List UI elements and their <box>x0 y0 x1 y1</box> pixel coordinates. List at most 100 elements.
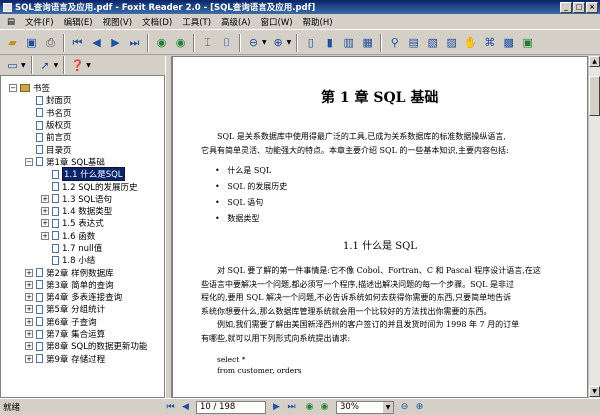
bookmark-chapter[interactable]: + 第5章 分组统计 <box>1 303 164 315</box>
facing-icon[interactable]: ▥ <box>340 34 357 52</box>
bookmark-item[interactable]: +1.4 数据类型 <box>1 205 164 217</box>
close-button[interactable]: × <box>586 1 598 13</box>
expand-icon[interactable]: + <box>41 207 49 216</box>
forward-icon[interactable]: ◉ <box>172 34 189 52</box>
scroll-down-icon[interactable]: ▼ <box>589 386 600 397</box>
options-icon[interactable]: ▭ <box>4 56 21 74</box>
fit-page-icon[interactable]: ▧ <box>424 34 441 52</box>
bookmark-item[interactable]: 1.2 SQL的发展历史 <box>1 180 164 193</box>
scroll-thumb[interactable] <box>589 76 600 116</box>
open-icon[interactable]: ▰ <box>4 34 21 52</box>
expand-icon[interactable]: + <box>25 330 33 339</box>
single-page-icon[interactable]: ▯ <box>302 34 319 52</box>
menu-document[interactable]: 文档(D) <box>137 16 177 28</box>
hand-tool-icon[interactable]: ⌶ <box>199 34 216 52</box>
scroll-up-icon[interactable]: ▲ <box>589 56 600 67</box>
document-view[interactable]: 第 1 章 SQL 基础 SQL 是关系数据库中使用得最广泛的工具,已成为关系数… <box>172 56 588 398</box>
page-icon <box>36 268 43 278</box>
bookmark-chapter[interactable]: + 第3章 简单的查询 <box>1 279 164 291</box>
bookmark-item[interactable]: +1.5 表达式 <box>1 217 164 229</box>
expand-icon[interactable]: + <box>25 342 33 351</box>
last-page-icon[interactable]: ⏭ <box>126 34 143 52</box>
page-number-field[interactable]: 10 / 198 <box>196 400 266 414</box>
expand-icon[interactable]: + <box>25 354 33 363</box>
menu-help[interactable]: 帮助(H) <box>298 16 338 28</box>
bookmark-item[interactable]: 封面页 <box>1 94 164 106</box>
panel-icon[interactable]: ▤ <box>405 34 422 52</box>
bookmark-chapter[interactable]: + 第2章 样例数据库 <box>1 266 164 279</box>
expand-icon[interactable]: + <box>25 317 33 326</box>
expand-icon[interactable]: + <box>41 219 49 228</box>
zoom-dropdown-icon[interactable]: ▼ <box>383 401 393 413</box>
menu-view[interactable]: 视图(V) <box>98 16 137 28</box>
fit-width-icon[interactable]: ▨ <box>443 34 460 52</box>
first-page-icon[interactable]: ⏮ <box>164 401 177 414</box>
bookmark-chapter[interactable]: + 第7章 集合运算 <box>1 328 164 340</box>
hand-icon[interactable]: ✋ <box>462 34 479 52</box>
bookmark-item[interactable]: 前言页 <box>1 131 164 143</box>
zoom-in-icon[interactable]: ⊕ <box>413 401 426 414</box>
expand-icon[interactable]: + <box>25 305 33 314</box>
previous-page-icon[interactable]: ◀ <box>179 401 192 414</box>
expand-icon[interactable]: + <box>25 293 33 302</box>
continuous-facing-icon[interactable]: ▦ <box>359 34 376 52</box>
zoom-in-icon[interactable]: ⊕ <box>270 34 287 52</box>
vertical-scrollbar[interactable]: ▲ ▼ <box>588 56 600 398</box>
bookmark-item[interactable]: 版权页 <box>1 119 164 131</box>
zoom-in-dropdown-icon[interactable]: ▼ <box>287 39 292 46</box>
find-icon[interactable]: ⚲ <box>386 34 403 52</box>
bookmark-item[interactable]: +1.6 函数 <box>1 230 164 242</box>
maximize-button[interactable]: □ <box>573 1 585 13</box>
collapse-icon[interactable]: − <box>9 84 17 93</box>
back-icon[interactable]: ◉ <box>303 401 316 414</box>
doc-icon[interactable]: ▤ <box>2 17 20 27</box>
menu-tools[interactable]: 工具(T) <box>177 16 216 28</box>
menu-edit[interactable]: 编辑(E) <box>59 16 98 28</box>
help-dropdown-icon[interactable]: ▼ <box>86 62 91 69</box>
bookmark-chapter[interactable]: + 第9章 存储过程 <box>1 353 164 365</box>
menu-window[interactable]: 窗口(W) <box>256 16 298 28</box>
options-dropdown-icon[interactable]: ▼ <box>21 62 26 69</box>
text-select-icon[interactable]: ⌷ <box>218 34 235 52</box>
last-page-icon[interactable]: ⏭ <box>285 401 298 414</box>
bookmark-item[interactable]: 1.7 null值 <box>1 242 164 254</box>
expand-icon[interactable]: + <box>25 280 33 289</box>
previous-page-icon[interactable]: ◀ <box>88 34 105 52</box>
back-icon[interactable]: ◉ <box>153 34 170 52</box>
zoom-out-dropdown-icon[interactable]: ▼ <box>262 39 267 46</box>
zoom-out-icon[interactable]: ⊖ <box>245 34 262 52</box>
minimize-button[interactable]: _ <box>560 1 572 13</box>
zoom-field[interactable]: 30% ▼ <box>336 400 394 414</box>
collapse-icon[interactable]: − <box>25 157 33 166</box>
menu-advanced[interactable]: 高级(A) <box>216 16 255 28</box>
print-icon[interactable]: ⎙ <box>42 34 59 52</box>
bookmark-item[interactable]: +1.3 SQL语句 <box>1 193 164 205</box>
zoom-out-icon[interactable]: ⊖ <box>398 401 411 414</box>
bookmark-item[interactable]: 书名页 <box>1 107 164 119</box>
panel-splitter[interactable] <box>165 56 172 398</box>
bookmark-item-selected[interactable]: 1.1 什么是SQL <box>1 167 164 182</box>
expand-icon[interactable]: + <box>41 231 49 240</box>
bookmark-item[interactable]: 1.8 小结 <box>1 254 164 266</box>
expand-icon[interactable]: + <box>25 268 33 277</box>
next-page-icon[interactable]: ▶ <box>270 401 283 414</box>
menu-file[interactable]: 文件(F) <box>20 16 59 28</box>
bookmark-chapter[interactable]: + 第8章 SQL的数据更新功能 <box>1 340 164 352</box>
next-page-icon[interactable]: ▶ <box>107 34 124 52</box>
first-page-icon[interactable]: ⏮ <box>69 34 86 52</box>
image-icon[interactable]: ▣ <box>519 34 536 52</box>
expand-icon[interactable]: + <box>41 194 49 203</box>
bookmark-chapter[interactable]: + 第4章 多表连接查询 <box>1 291 164 303</box>
pointer-dropdown-icon[interactable]: ▼ <box>54 62 59 69</box>
save-icon[interactable]: ▣ <box>23 34 40 52</box>
bookmark-chapter[interactable]: + 第6章 子查询 <box>1 316 164 328</box>
bookmark-item[interactable]: 目录页 <box>1 143 164 156</box>
pointer-icon[interactable]: ➚ <box>37 56 54 74</box>
forward-icon[interactable]: ◉ <box>318 401 331 414</box>
snapshot-icon[interactable]: ⌘ <box>481 34 498 52</box>
continuous-icon[interactable]: ▮ <box>321 34 338 52</box>
bookmark-chapter-1[interactable]: − 第1章 SQL基础 <box>1 156 164 168</box>
help-icon[interactable]: ❓ <box>69 56 86 74</box>
typewriter-icon[interactable]: ▩ <box>500 34 517 52</box>
bookmark-root[interactable]: − 书签 <box>1 82 164 94</box>
